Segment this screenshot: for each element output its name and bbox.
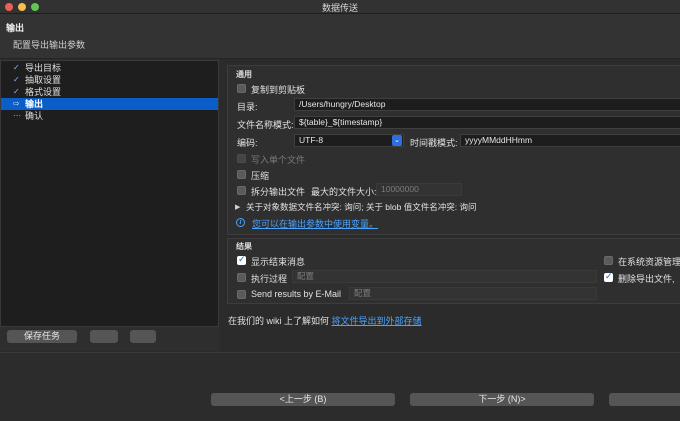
encoding-label: 编码:: [237, 138, 258, 148]
directory-label: 目录:: [237, 102, 258, 112]
open-in-explorer-checkbox[interactable]: [604, 256, 613, 265]
copy-to-clipboard-checkbox[interactable]: [237, 84, 246, 93]
send-email-label: Send results by E-Mail: [251, 289, 342, 299]
output-settings-panel: 通用 复制到剪贴板 目录: /Users/hungry/Desktop 文件名称…: [221, 60, 680, 353]
compress-checkbox[interactable]: [237, 170, 246, 179]
next-button[interactable]: 下一步 (N)>: [410, 393, 594, 406]
page-title: 输出: [6, 23, 25, 33]
execute-process-checkbox[interactable]: [237, 273, 246, 282]
nav-item-label: 输出: [25, 99, 44, 109]
group-title-result: 结果: [236, 242, 252, 251]
arrow-right-icon: ⇨: [13, 99, 20, 108]
timestamp-pattern-label: 时间戳模式:: [410, 138, 458, 148]
group-title-general: 通用: [236, 70, 252, 79]
conflict-settings-text[interactable]: 关于对象数据文件名冲突: 询问; 关于 blob 值文件名冲突: 询问: [246, 201, 476, 213]
compress-label: 压缩: [251, 171, 270, 181]
nav-item-label: 抽取设置: [25, 75, 62, 85]
info-icon: i: [236, 218, 245, 227]
check-icon: ✓: [13, 87, 20, 96]
nav-item-extract-settings[interactable]: ✓ 抽取设置: [1, 74, 218, 86]
encoding-select[interactable]: UTF-8: [294, 134, 404, 147]
nav-item-confirm[interactable]: ⋯ 确认: [1, 110, 218, 122]
copy-to-clipboard-label: 复制到剪贴板: [251, 85, 306, 95]
nav-item-label: 格式设置: [25, 87, 62, 97]
max-file-size-label: 最大的文件大小:: [311, 187, 377, 197]
general-group: 通用 复制到剪贴板 目录: /Users/hungry/Desktop 文件名称…: [227, 65, 680, 235]
chevron-updown-icon[interactable]: ⌄: [392, 135, 402, 146]
wizard-steps-list: ✓ 导出目标 ✓ 抽取设置 ✓ 格式设置 ⇨ 输出 ⋯ 确认: [0, 60, 219, 327]
nav-item-export-target[interactable]: ✓ 导出目标: [1, 62, 218, 74]
wizard-button-bar: [0, 352, 680, 421]
window-titlebar: 数据传送: [0, 0, 680, 14]
file-name-pattern-input[interactable]: ${table}_${timestamp}: [294, 116, 680, 129]
save-task-button[interactable]: 保存任务: [7, 330, 77, 343]
page-subtitle: 配置导出输出参数: [13, 40, 86, 50]
window-title: 数据传送: [321, 3, 358, 13]
write-single-file-label: 写入单个文件: [251, 155, 306, 165]
nav-item-label: 导出目标: [25, 63, 62, 73]
open-in-explorer-label: 在系统资源管理: [618, 257, 680, 267]
show-finish-message-checkbox[interactable]: [237, 254, 246, 265]
check-icon: ✓: [13, 75, 20, 84]
file-name-pattern-label: 文件名称模式:: [237, 120, 294, 130]
load-task-button[interactable]: [90, 330, 118, 343]
variables-help-link[interactable]: 您可以在输出参数中使用变量。: [252, 217, 378, 230]
execute-process-label: 执行过程: [251, 274, 288, 284]
check-icon: ✓: [13, 63, 20, 72]
nav-item-format-settings[interactable]: ✓ 格式设置: [1, 86, 218, 98]
execute-process-config-input[interactable]: 配置: [292, 270, 597, 283]
split-output-checkbox[interactable]: [237, 186, 246, 195]
send-email-checkbox[interactable]: [237, 290, 246, 299]
write-single-file-checkbox[interactable]: [237, 154, 246, 163]
external-storage-link[interactable]: 将文件导出到外部存储: [332, 316, 422, 326]
split-output-label: 拆分输出文件: [251, 187, 306, 197]
previous-button[interactable]: <上一步 (B): [211, 393, 395, 406]
external-storage-hint-text: 在我们的 wiki 上了解如何: [228, 316, 330, 326]
directory-input[interactable]: /Users/hungry/Desktop: [294, 98, 680, 111]
delete-exported-label: 删除导出文件,: [618, 274, 675, 284]
proceed-button[interactable]: [609, 393, 680, 406]
nav-item-label: 确认: [25, 111, 44, 121]
delete-exported-checkbox[interactable]: [604, 271, 613, 282]
nav-item-output[interactable]: ⇨ 输出: [1, 98, 218, 110]
timestamp-pattern-input[interactable]: yyyyMMddHHmm: [460, 134, 680, 147]
max-file-size-input[interactable]: 10000000: [376, 183, 462, 196]
ellipsis-icon: ⋯: [13, 111, 21, 120]
show-finish-message-label: 显示结束消息: [251, 257, 306, 267]
page-header: 输出 配置导出输出参数: [0, 14, 680, 59]
send-email-config-input[interactable]: 配置: [349, 287, 597, 300]
task-options-button[interactable]: [130, 330, 156, 343]
disclosure-triangle-icon[interactable]: ▶: [235, 203, 240, 211]
external-storage-hint: 在我们的 wiki 上了解如何 将文件导出到外部存储: [228, 314, 422, 327]
result-group: 结果 显示结束消息 执行过程 配置 Send results by E-Mail…: [227, 238, 680, 304]
